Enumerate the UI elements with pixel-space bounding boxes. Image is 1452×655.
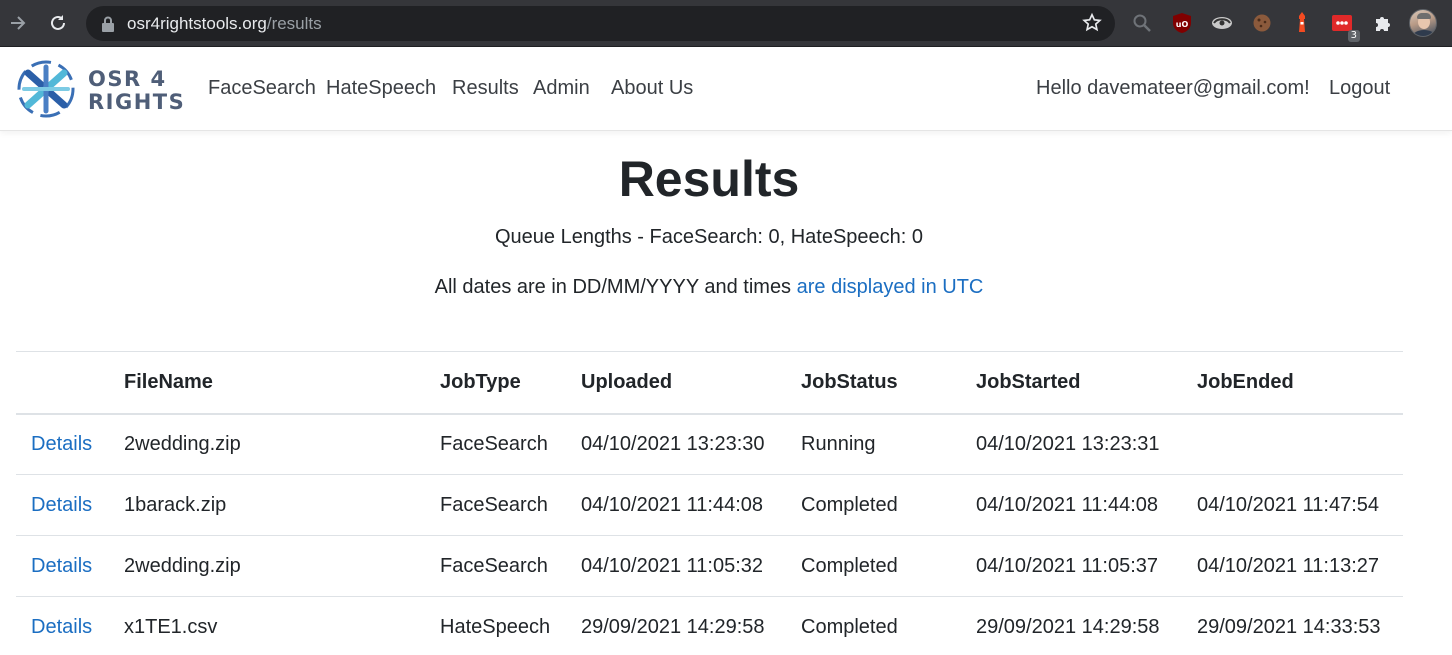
brand-line-1: OSR 4 bbox=[88, 67, 167, 91]
table-row: Details 1barack.zip FaceSearch 04/10/202… bbox=[16, 474, 1403, 536]
cell-filename: x1TE1.csv bbox=[124, 596, 440, 655]
nav-facesearch[interactable]: FaceSearch bbox=[208, 77, 316, 100]
cell-jobstatus: Running bbox=[801, 413, 976, 475]
browser-toolbar: osr4rightstools.org/results uO 3 bbox=[0, 0, 1452, 47]
dates-note-text: All dates are in DD/MM/YYYY and times bbox=[434, 276, 797, 298]
column-header-filename: FileName bbox=[124, 351, 440, 415]
details-link[interactable]: Details bbox=[31, 616, 92, 638]
cell-jobstarted: 04/10/2021 11:05:37 bbox=[976, 535, 1197, 597]
brand-name: OSR 4 RIGHTS bbox=[88, 68, 185, 114]
nav-admin[interactable]: Admin bbox=[533, 77, 590, 100]
url-path: /results bbox=[266, 14, 322, 33]
details-link[interactable]: Details bbox=[31, 494, 92, 516]
lock-icon bbox=[102, 16, 114, 32]
extension-badge-icon[interactable]: 3 bbox=[1330, 11, 1360, 42]
address-bar[interactable]: osr4rightstools.org/results bbox=[86, 6, 1115, 41]
column-header-jobstatus: JobStatus bbox=[801, 351, 976, 415]
ublock-icon[interactable]: uO bbox=[1170, 11, 1194, 35]
cell-uploaded: 04/10/2021 11:44:08 bbox=[581, 474, 801, 536]
nav-about-us[interactable]: About Us bbox=[611, 77, 693, 100]
cell-jobstarted: 29/09/2021 14:29:58 bbox=[976, 596, 1197, 655]
table-header-row: FileName JobType Uploaded JobStatus JobS… bbox=[16, 351, 1403, 415]
queue-lengths: Queue Lengths - FaceSearch: 0, HateSpeec… bbox=[494, 226, 924, 248]
table-row: Details x1TE1.csv HateSpeech 29/09/2021 … bbox=[16, 596, 1403, 655]
cell-uploaded: 04/10/2021 11:05:32 bbox=[581, 535, 801, 597]
column-header-jobended: JobEnded bbox=[1197, 351, 1403, 415]
osr4rights-logo-icon[interactable] bbox=[16, 59, 76, 119]
details-link[interactable]: Details bbox=[31, 433, 92, 455]
lighthouse-icon[interactable] bbox=[1290, 11, 1314, 35]
url-host: osr4rightstools.org bbox=[127, 14, 267, 33]
brand-line-2: RIGHTS bbox=[88, 90, 186, 114]
cookie-icon[interactable] bbox=[1250, 11, 1274, 35]
utc-link[interactable]: are displayed in UTC bbox=[797, 276, 984, 298]
cell-uploaded: 04/10/2021 13:23:30 bbox=[581, 413, 801, 475]
dates-note: All dates are in DD/MM/YYYY and times ar… bbox=[0, 276, 1418, 299]
site-navbar: OSR 4 RIGHTS FaceSearch HateSpeech Resul… bbox=[0, 47, 1452, 131]
cell-jobtype: FaceSearch bbox=[440, 535, 581, 597]
cell-jobtype: FaceSearch bbox=[440, 474, 581, 536]
url-text: osr4rightstools.org/results bbox=[127, 14, 322, 34]
column-header-jobstarted: JobStarted bbox=[976, 351, 1197, 415]
column-header-jobtype: JobType bbox=[440, 351, 581, 415]
cell-filename: 2wedding.zip bbox=[124, 413, 440, 475]
cell-jobended: 04/10/2021 11:13:27 bbox=[1197, 535, 1403, 597]
page-title: Results bbox=[618, 151, 800, 207]
cell-jobtype: HateSpeech bbox=[440, 596, 581, 655]
logout-link[interactable]: Logout bbox=[1329, 77, 1390, 100]
nav-hatespeech[interactable]: HateSpeech bbox=[326, 77, 436, 100]
puzzle-icon[interactable] bbox=[1371, 11, 1395, 35]
cell-jobended: 04/10/2021 11:47:54 bbox=[1197, 474, 1403, 536]
svg-text:uO: uO bbox=[1176, 20, 1189, 29]
cell-jobtype: FaceSearch bbox=[440, 413, 581, 475]
extension-count-badge: 3 bbox=[1347, 30, 1360, 42]
nav-results[interactable]: Results bbox=[452, 77, 519, 100]
results-table: FileName JobType Uploaded JobStatus JobS… bbox=[16, 351, 1403, 655]
cell-jobstatus: Completed bbox=[801, 596, 976, 655]
forward-icon[interactable] bbox=[4, 9, 32, 37]
table-row: Details 2wedding.zip FaceSearch 04/10/20… bbox=[16, 413, 1403, 475]
reload-icon[interactable] bbox=[44, 9, 72, 37]
cell-filename: 2wedding.zip bbox=[124, 535, 440, 597]
profile-avatar[interactable] bbox=[1409, 9, 1437, 37]
column-header-uploaded: Uploaded bbox=[581, 351, 801, 415]
column-header-action bbox=[16, 351, 124, 415]
bookmark-star-icon[interactable] bbox=[1081, 12, 1103, 34]
user-greeting[interactable]: Hello davemateer@gmail.com! bbox=[1036, 77, 1310, 100]
details-link[interactable]: Details bbox=[31, 555, 92, 577]
table-row: Details 2wedding.zip FaceSearch 04/10/20… bbox=[16, 535, 1403, 597]
cell-jobstarted: 04/10/2021 11:44:08 bbox=[976, 474, 1197, 536]
cell-jobstatus: Completed bbox=[801, 535, 976, 597]
cell-filename: 1barack.zip bbox=[124, 474, 440, 536]
cell-uploaded: 29/09/2021 14:29:58 bbox=[581, 596, 801, 655]
extension-hand-icon[interactable] bbox=[1210, 11, 1234, 35]
cell-jobstatus: Completed bbox=[801, 474, 976, 536]
cell-jobended bbox=[1197, 413, 1403, 475]
cell-jobstarted: 04/10/2021 13:23:31 bbox=[976, 413, 1197, 475]
search-icon[interactable] bbox=[1130, 11, 1154, 35]
cell-jobended: 29/09/2021 14:33:53 bbox=[1197, 596, 1403, 655]
